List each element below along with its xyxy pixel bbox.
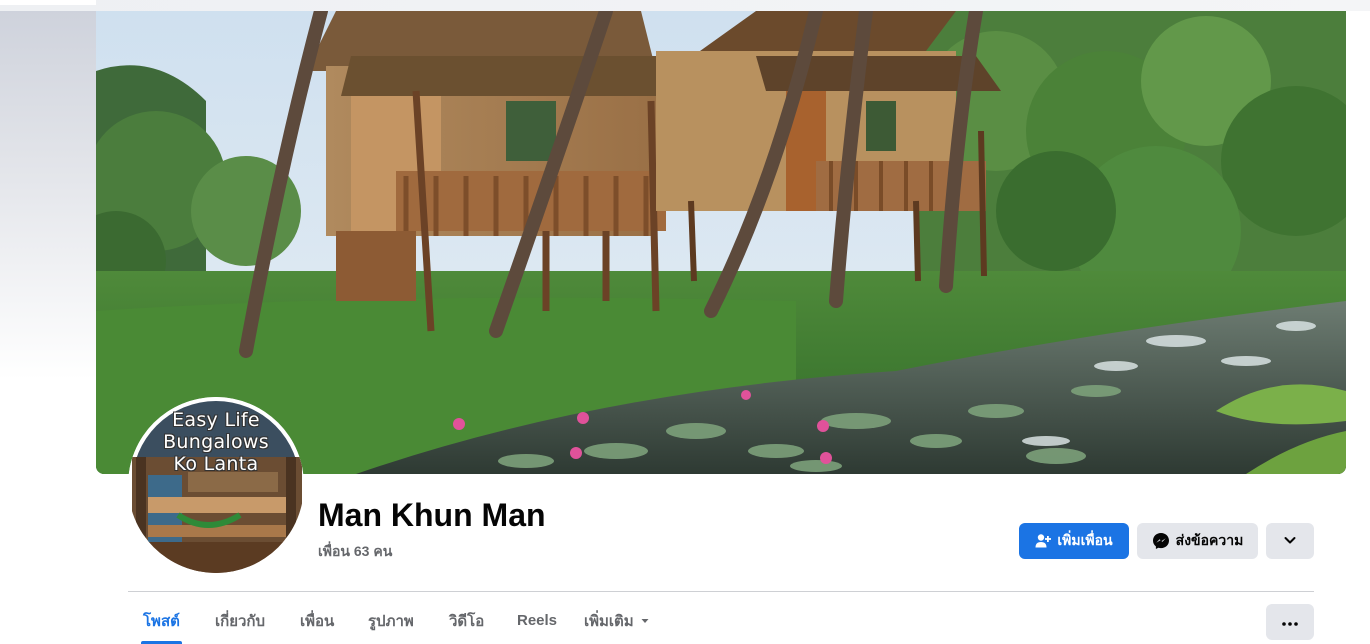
tab-posts[interactable]: โพสต์ [141,597,182,644]
friend-count-link[interactable]: เพื่อน 63 คน [318,541,392,563]
message-button[interactable]: ส่งข้อความ [1137,523,1258,559]
profile-page: Easy Life Bungalows Ko Lanta Man Khun Ma… [0,0,1370,644]
tab-reels-label: Reels [517,612,558,629]
more-dots-icon [1282,613,1298,631]
profile-more-button[interactable] [1266,523,1314,559]
avatar-text-line2: Bungalows [163,431,269,453]
cover-photo-image [96,11,1346,474]
tab-photos-label: รูปภาพ [368,612,414,630]
messenger-icon [1152,532,1170,550]
tab-videos-label: วิดีโอ [449,612,485,630]
message-label: ส่งข้อความ [1175,532,1244,548]
cover-photo[interactable] [96,11,1346,474]
tab-friends-label: เพื่อน [300,612,335,630]
tab-about-label: เกี่ยวกับ [215,612,266,630]
tab-videos[interactable]: วิดีโอ [449,597,484,644]
profile-avatar[interactable]: Easy Life Bungalows Ko Lanta [128,397,304,573]
avatar-text-line3: Ko Lanta [173,453,259,475]
caret-down-icon [640,616,650,626]
tab-posts-label: โพสต์ [143,612,180,630]
add-friend-icon [1035,533,1052,549]
profile-name: Man Khun Man [318,497,546,533]
tab-more[interactable]: เพิ่มเติม [584,597,650,644]
top-strip [0,0,1370,11]
tab-more-label: เพิ่มเติม [584,612,634,630]
add-friend-label: เพิ่มเพื่อน [1057,532,1113,548]
tab-reels[interactable]: Reels [517,597,557,644]
left-background [0,0,96,380]
profile-divider [128,591,1314,592]
add-friend-button[interactable]: เพิ่มเพื่อน [1019,523,1129,559]
tabs-overflow-button[interactable] [1266,604,1314,640]
tab-about[interactable]: เกี่ยวกับ [215,597,265,644]
tab-friends[interactable]: เพื่อน [300,597,334,644]
avatar-text-line1: Easy Life [172,409,260,431]
tab-photos[interactable]: รูปภาพ [368,597,414,644]
chevron-down-icon [1283,533,1297,550]
